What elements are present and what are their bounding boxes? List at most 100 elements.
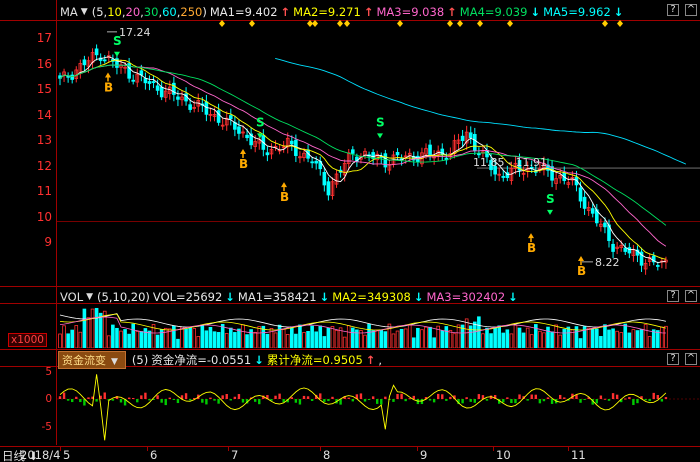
chevron-down-icon[interactable]: ▼ — [81, 7, 88, 17]
volume-bar — [639, 328, 644, 348]
volume-bar — [123, 329, 127, 348]
candle-body — [350, 149, 355, 154]
volume-bar — [428, 326, 432, 348]
fund-flow-bar — [473, 399, 476, 403]
fund-flow-bar — [62, 392, 66, 399]
fund-flow-bar — [217, 399, 220, 404]
ma-indicator-header: MA ▼ (5,10,20,30,60,250) MA1=9.402 ↑ MA2… — [0, 2, 626, 22]
fund-flow-bar — [294, 399, 298, 403]
sell-arrow-icon — [377, 133, 383, 139]
volume-bar — [176, 338, 180, 348]
fund-flow-bar — [546, 397, 550, 399]
volume-bar — [546, 326, 550, 348]
date-label: 6 — [150, 448, 158, 462]
price-tick-label: 10 — [36, 209, 52, 224]
volume-bar — [58, 333, 62, 348]
fund-flow-bar — [148, 399, 151, 401]
ma-indicator-name[interactable]: MA — [60, 5, 78, 19]
vol-params: (5,10,20) — [97, 290, 150, 304]
event-marker — [602, 20, 608, 27]
event-marker — [457, 20, 463, 27]
vol-value: VOL=25692 — [152, 290, 223, 304]
fund-flow-bar — [428, 399, 432, 401]
volume-bar — [78, 331, 83, 348]
date-label: 8 — [323, 448, 331, 462]
fund-flow-bar — [502, 399, 505, 403]
volume-bar — [155, 334, 160, 348]
fund-flow-bar — [624, 398, 627, 400]
help-button[interactable]: ? — [667, 4, 679, 16]
ma1-arrow-icon: ↑ — [280, 5, 291, 19]
fund-flow-bar — [351, 399, 354, 402]
price-chart[interactable]: BBBBBSS SS 17.2411.85 - 11.918.22 — [57, 20, 700, 286]
help-button[interactable]: ? — [667, 290, 679, 302]
fund-flow-chart[interactable] — [57, 366, 700, 444]
fund-panel-window-buttons: ? ^ — [667, 353, 697, 365]
fund-flow-bar — [526, 399, 529, 401]
volume-bar — [485, 327, 489, 348]
fund-flow-bar — [550, 399, 554, 404]
help-button[interactable]: ? — [667, 353, 679, 365]
volume-bar — [407, 324, 412, 348]
fund-flow-bar — [225, 394, 228, 399]
candle-body — [590, 208, 595, 214]
fund-flow-bar — [278, 393, 281, 399]
volume-bar — [623, 323, 628, 348]
price-tick-label: 13 — [36, 133, 52, 147]
fund-flow-bar — [615, 394, 619, 399]
chevron-down-icon[interactable]: ▼ — [86, 292, 93, 302]
volume-bar — [529, 334, 534, 348]
fund-flow-bar — [347, 397, 350, 399]
price-axis: 17 16 15 14 13 12 11 10 9 — [0, 20, 56, 286]
fund-net-arrow-icon: ↓ — [254, 353, 264, 367]
volume-bar — [586, 327, 591, 348]
fund-flow-bar — [156, 395, 159, 399]
expand-button[interactable]: ^ — [685, 290, 697, 302]
fund-flow-bar — [359, 393, 363, 399]
vol-panel-window-buttons: ? ^ — [667, 290, 697, 302]
candle-body — [550, 166, 554, 181]
volume-bar — [346, 325, 351, 348]
volume-bar — [383, 331, 388, 348]
buy-arrow-icon — [105, 72, 111, 78]
candle-body — [176, 96, 180, 100]
candle-body — [143, 78, 148, 84]
volume-bar — [562, 328, 567, 348]
fund-flow-bar — [506, 397, 509, 399]
volume-bar — [184, 328, 188, 348]
fund-flow-bar — [298, 399, 302, 405]
candle-body — [477, 153, 481, 156]
price-tick-label: 16 — [36, 56, 52, 71]
price-tick-label: 9 — [44, 235, 52, 249]
volume-bar — [375, 329, 379, 348]
volume-bar — [403, 328, 408, 348]
fund-flow-bar — [534, 394, 537, 399]
fund-flow-bar — [160, 399, 163, 403]
volume-bar — [107, 335, 111, 348]
date-label: 5 — [63, 448, 71, 462]
sell-arrow-icon — [114, 51, 120, 57]
volume-bar — [416, 327, 420, 348]
vol-ma1-line — [59, 313, 666, 328]
fund-flow-bar — [103, 392, 106, 399]
sell-signal-label: S — [256, 115, 265, 129]
fund-flow-bar — [376, 399, 379, 404]
fund-flow-bar — [579, 399, 582, 403]
vol-indicator-name[interactable]: VOL — [60, 290, 83, 304]
expand-button[interactable]: ^ — [685, 353, 697, 365]
fund-flow-bar — [445, 399, 448, 401]
volume-bar — [241, 324, 245, 348]
volume-chart[interactable] — [57, 303, 700, 348]
volume-bar — [517, 327, 522, 348]
fund-flow-bar — [648, 399, 651, 402]
volume-bar — [119, 330, 123, 348]
event-marker — [312, 20, 318, 27]
fund-flow-bar — [632, 399, 635, 406]
fund-flow-bar — [274, 395, 277, 399]
expand-button[interactable]: ^ — [685, 4, 697, 16]
date-label: 2018/4 — [20, 448, 61, 462]
event-marker — [344, 20, 350, 27]
candle-body — [289, 140, 294, 145]
volume-bar — [395, 330, 400, 348]
fund-flow-bar — [392, 399, 395, 402]
